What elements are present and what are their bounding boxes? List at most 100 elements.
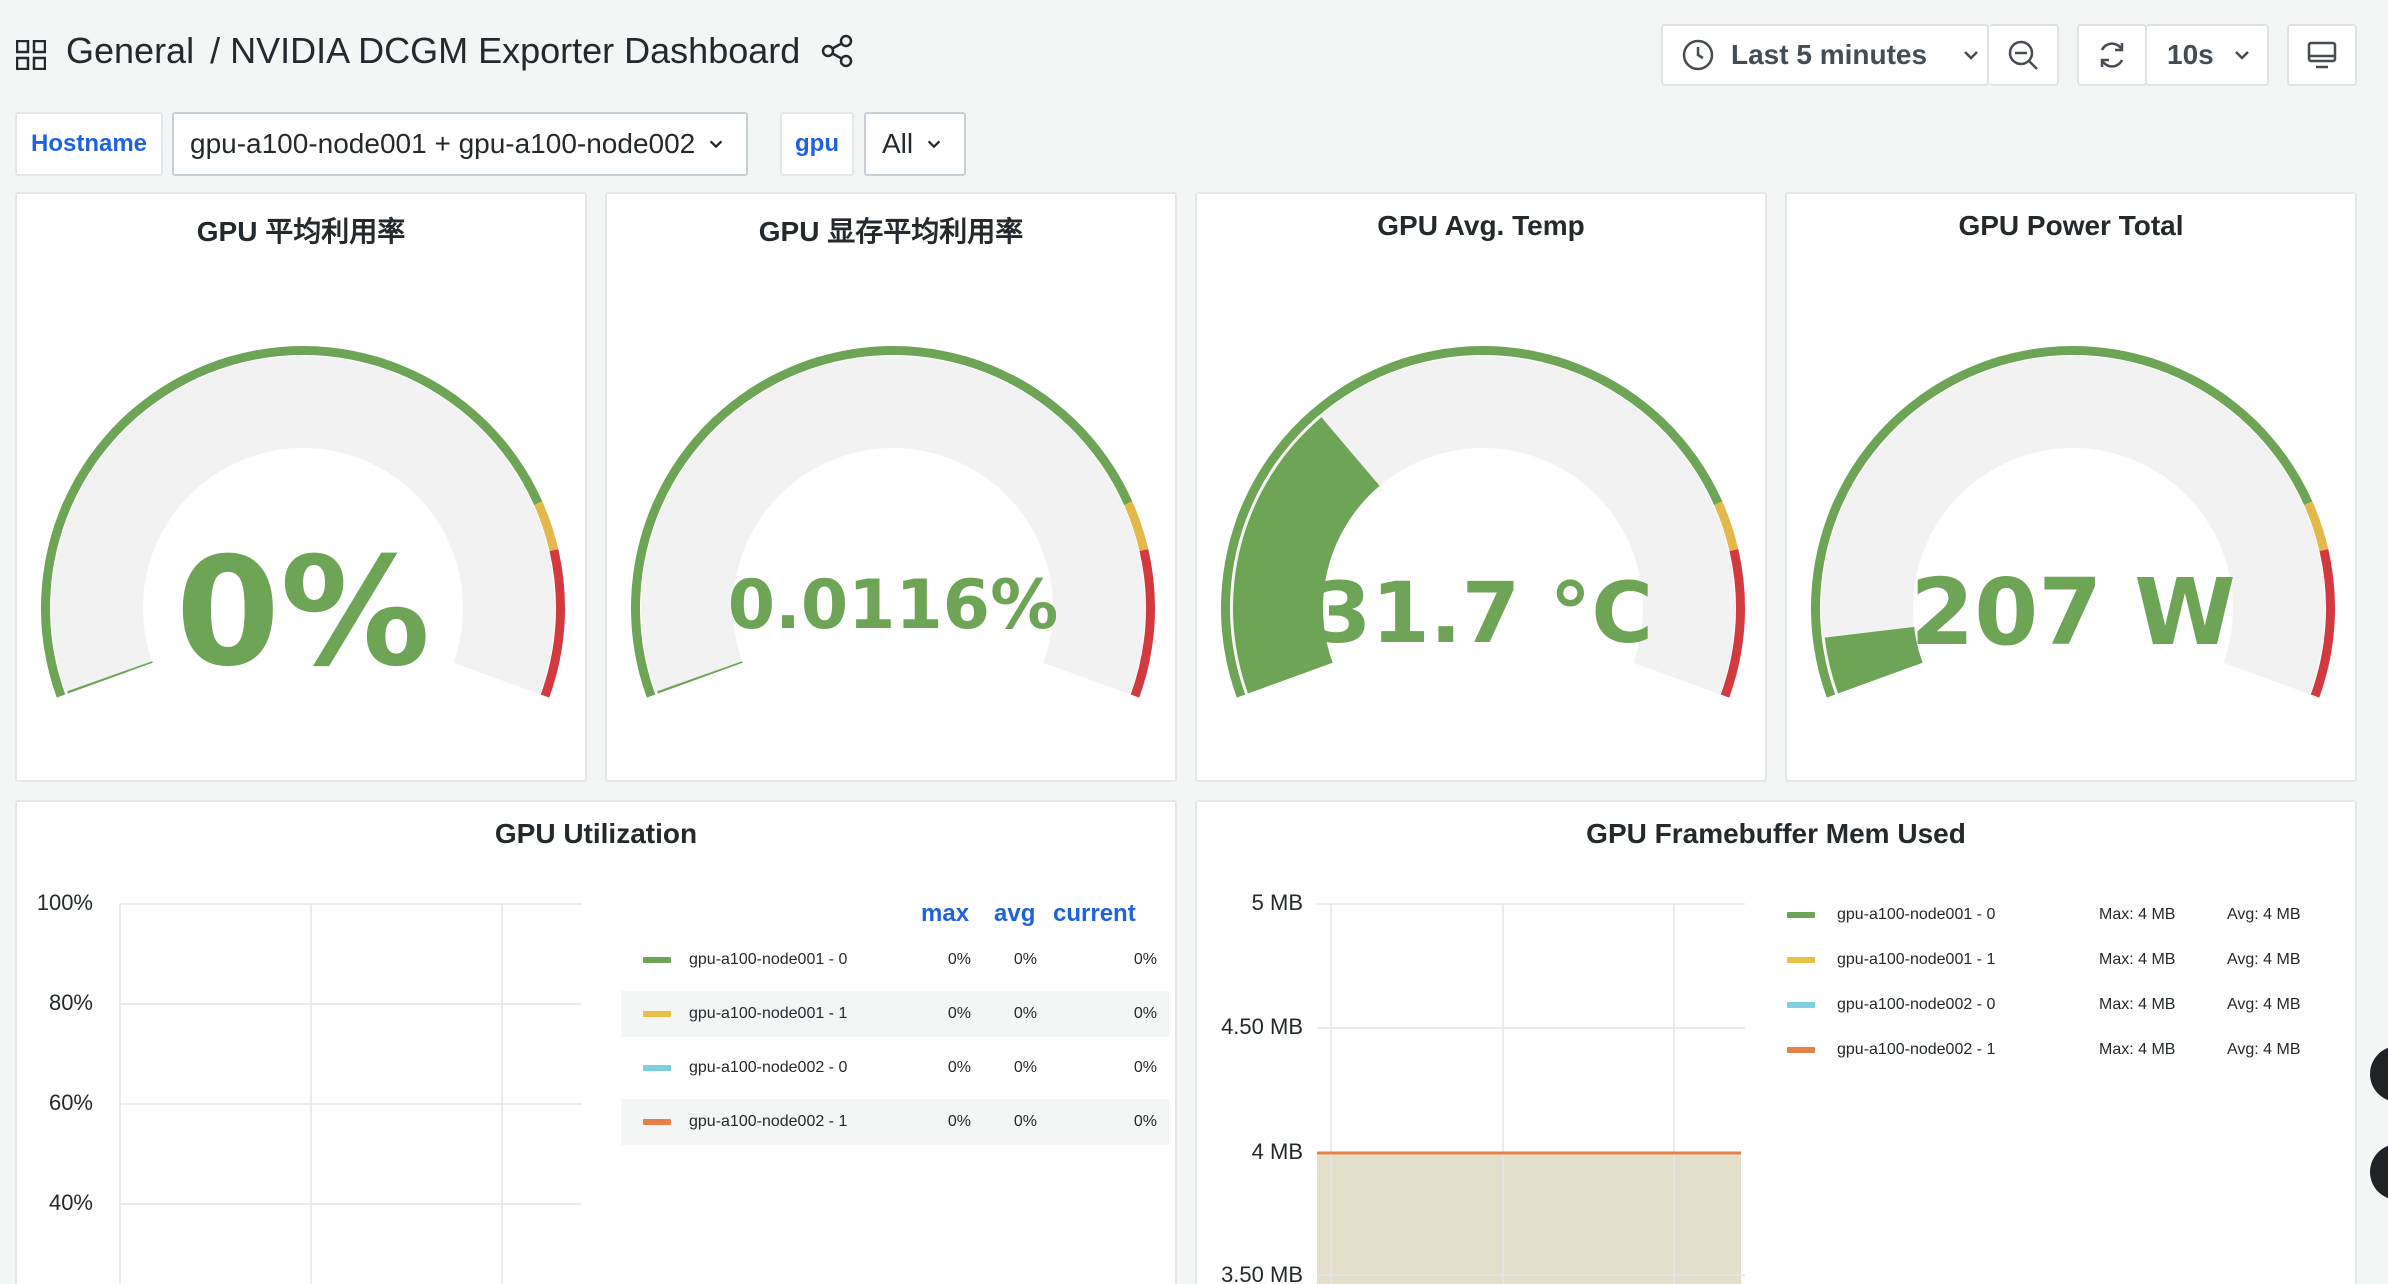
share-icon[interactable] [820,34,854,68]
series-current: 0% [1133,1059,1157,1076]
gauge-value-text: 31.7 °C [1313,564,1653,662]
zoom-out-icon [2008,40,2038,70]
y-axis-tick: 4.50 MB [1221,1014,1303,1039]
gpu-framebuffer-panel[interactable]: GPU Framebuffer Mem Used 5 MB 4.50 MB 4 … [1195,800,2357,1284]
series-max: Max: 4 MB [2099,906,2176,923]
series-name: gpu-a100-node001 - 1 [1837,951,1996,968]
legend-row[interactable]: gpu-a100-node001 - 0 Max: 4 MB Avg: 4 MB [1777,892,2347,938]
gauge: 31.7 °C [1220,345,1745,698]
series-max: 0% [947,1059,971,1076]
legend-row[interactable]: gpu-a100-node002 - 0 Max: 4 MB Avg: 4 MB [1777,982,2347,1028]
breadcrumb: General / NVIDIA DCGM Exporter Dashboard [66,30,854,72]
legend-row[interactable]: gpu-a100-node002 - 1 Max: 4 MB Avg: 4 MB [1777,1027,2347,1073]
chevron-down-icon [710,140,723,149]
series-swatch [1787,1047,1815,1053]
monitor-icon [2307,41,2337,69]
series-avg: Avg: 4 MB [2227,996,2301,1013]
floating-scroll-handle[interactable] [2370,1144,2388,1200]
gauge-panel-gpu-power-total[interactable]: GPU Power Total 207 W [1785,192,2357,782]
time-range-picker[interactable]: Last 5 minutes [1661,24,1989,86]
legend-row[interactable]: gpu-a100-node001 - 1 Max: 4 MB Avg: 4 MB [1777,937,2347,983]
gauge: 207 W [1810,345,2335,698]
utilization-graph-grid [119,903,582,1284]
gauge-value-text: 207 W [1910,559,2236,666]
legend-row[interactable]: gpu-a100-node001 - 1 0% 0% 0% [621,991,1169,1037]
series-max: Max: 4 MB [2099,951,2176,968]
y-axis-tick: 40% [48,1190,93,1215]
refresh-interval-picker[interactable]: 10s [2145,24,2269,86]
gauge-value-fill [1824,626,1923,694]
series-max: 0% [947,951,971,968]
series-name: gpu-a100-node002 - 0 [689,1059,848,1076]
clock-icon [1682,39,1714,71]
series-max: Max: 4 MB [2099,996,2176,1013]
y-axis-tick: 4 MB [1251,1139,1303,1164]
gauge: 0.0116% [630,345,1155,698]
series-swatch [643,957,671,963]
floating-scroll-handle[interactable] [2370,1046,2388,1102]
gauge-value-text: 0.0116% [728,566,1059,645]
y-axis-tick: 3.50 MB [1221,1262,1303,1284]
refresh-button[interactable] [2077,24,2147,86]
refresh-icon [2100,42,2124,68]
top-bar: General / NVIDIA DCGM Exporter Dashboard… [0,0,2388,110]
series-current: 0% [1133,1113,1157,1130]
series-max: 0% [947,1005,971,1022]
chevron-down-icon [927,140,941,149]
gauge-panel-gpu-avg-util[interactable]: GPU 平均利用率 0% [15,192,587,782]
series-current: 0% [1133,1005,1157,1022]
series-swatch [1787,1002,1815,1008]
series-avg: 0% [1013,1005,1037,1022]
gpu-value: All [882,128,914,159]
y-axis-tick: 5 MB [1251,890,1303,915]
refresh-interval-label: 10s [2167,39,2214,70]
legend-header-max[interactable]: max [921,900,969,928]
gpu-utilization-panel[interactable]: GPU Utilization 100% 80% 60% 40% max avg… [15,800,1177,1284]
chevron-down-icon [1964,51,1978,60]
series-avg: Avg: 4 MB [2227,906,2301,923]
series-avg: 0% [1013,1059,1037,1076]
zoom-out-button[interactable] [1989,24,2059,86]
time-range-label: Last 5 minutes [1731,39,1928,70]
series-name: gpu-a100-node002 - 1 [689,1113,848,1130]
gpu-label-text: gpu [795,130,839,157]
hostname-value: gpu-a100-node001 + gpu-a100-node002 [190,128,696,159]
gauge-panel-gpu-mem-avg-util[interactable]: GPU 显存平均利用率 0.0116% [605,192,1177,782]
series-swatch [1787,957,1815,963]
series-avg: Avg: 4 MB [2227,951,2301,968]
dashboards-grid-icon[interactable] [16,40,46,70]
series-name: gpu-a100-node001 - 1 [689,1005,848,1022]
series-max: Max: 4 MB [2099,1041,2176,1058]
framebuffer-area-fill [1317,1153,1741,1284]
legend-row[interactable]: gpu-a100-node002 - 0 0% 0% 0% [621,1045,1169,1091]
gpu-variable-select[interactable]: All [864,112,966,176]
series-swatch [643,1119,671,1125]
series-max: 0% [947,1113,971,1130]
gauge-value-text: 0% [176,526,431,700]
breadcrumb-folder[interactable]: General [66,30,194,72]
series-swatch [1787,912,1815,918]
series-avg: 0% [1013,1113,1037,1130]
series-avg: Avg: 4 MB [2227,1041,2301,1058]
hostname-variable-select[interactable]: gpu-a100-node001 + gpu-a100-node002 [172,112,748,176]
hostname-label-text: Hostname [30,130,148,157]
gpu-variable-label: gpu [780,112,854,176]
tv-mode-button[interactable] [2287,24,2357,86]
legend-header-avg[interactable]: avg [994,900,1035,928]
series-avg: 0% [1013,951,1037,968]
hostname-variable-label: Hostname [15,112,163,176]
chevron-down-icon [2234,51,2249,60]
gauge-panel-gpu-avg-temp[interactable]: GPU Avg. Temp 31.7 °C [1195,192,1767,782]
dashboard-title[interactable]: / NVIDIA DCGM Exporter Dashboard [210,30,800,72]
series-name: gpu-a100-node002 - 1 [1837,1041,1996,1058]
series-name: gpu-a100-node001 - 0 [1837,906,1996,923]
gauge: 0% [40,345,565,700]
series-swatch [643,1011,671,1017]
legend-row[interactable]: gpu-a100-node001 - 0 0% 0% 0% [621,937,1169,983]
y-axis-tick: 100% [36,890,93,915]
legend-row[interactable]: gpu-a100-node002 - 1 0% 0% 0% [621,1099,1169,1145]
legend-header-current[interactable]: current [1053,900,1136,928]
y-axis-tick: 60% [48,1090,93,1115]
series-name: gpu-a100-node002 - 0 [1837,996,1996,1013]
series-current: 0% [1133,951,1157,968]
